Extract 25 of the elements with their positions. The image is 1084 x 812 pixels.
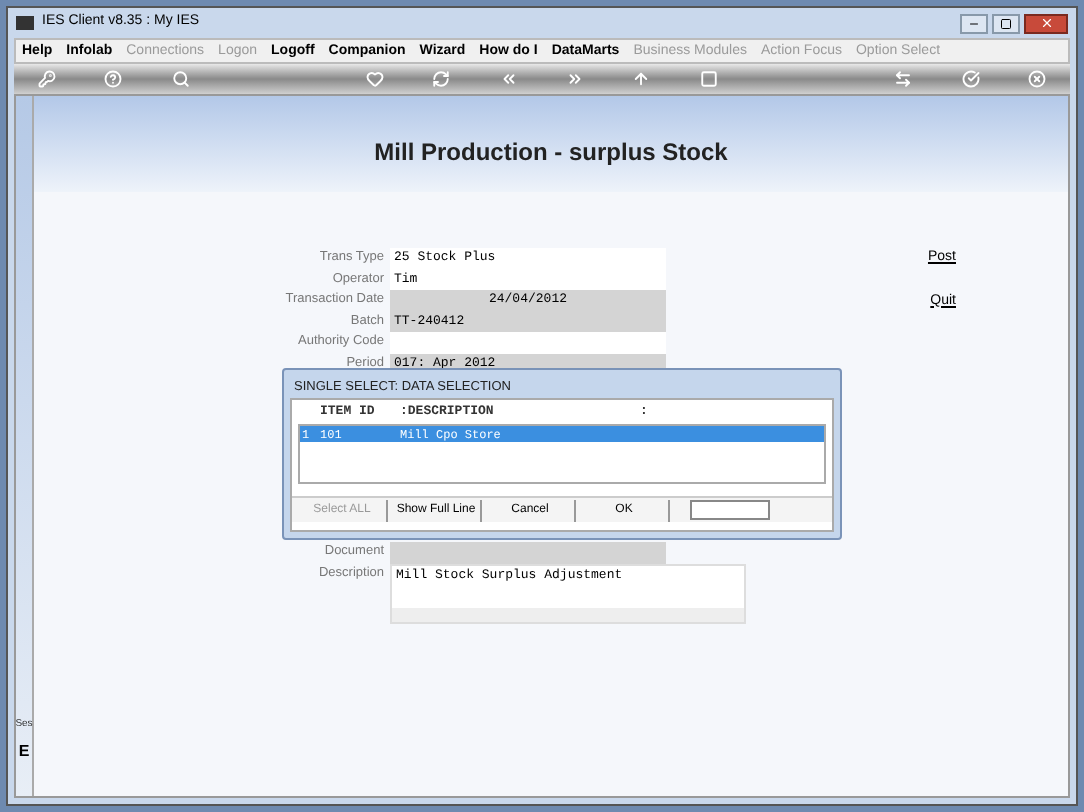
maximize-button[interactable] xyxy=(992,13,1020,33)
double-left-icon[interactable] xyxy=(499,70,518,88)
horizontal-scrollbar[interactable] xyxy=(392,607,744,621)
heart-icon[interactable] xyxy=(366,70,385,88)
close-button[interactable] xyxy=(1024,13,1068,33)
key-icon[interactable] xyxy=(38,70,56,88)
side-panel-glyph: E xyxy=(18,740,30,764)
minimize-icon xyxy=(968,17,980,29)
search-icon[interactable] xyxy=(171,70,190,88)
double-right-icon[interactable] xyxy=(566,70,585,88)
close-icon[interactable] xyxy=(1027,70,1046,88)
up-arrow-icon[interactable] xyxy=(632,70,651,88)
refresh-icon[interactable] xyxy=(432,70,451,88)
maximize-icon xyxy=(1000,17,1012,29)
close-icon xyxy=(1039,16,1053,30)
input-field[interactable] xyxy=(390,542,666,563)
swap-icon[interactable] xyxy=(894,70,913,88)
minimize-button[interactable] xyxy=(960,13,988,33)
input-field[interactable] xyxy=(390,332,666,353)
input-field[interactable] xyxy=(690,500,770,520)
stop-icon[interactable] xyxy=(699,70,718,88)
help-icon[interactable] xyxy=(104,70,123,88)
check-icon[interactable] xyxy=(961,70,980,88)
app-icon xyxy=(16,16,34,30)
page-title: Mill Production - surplus Stock xyxy=(374,136,728,170)
